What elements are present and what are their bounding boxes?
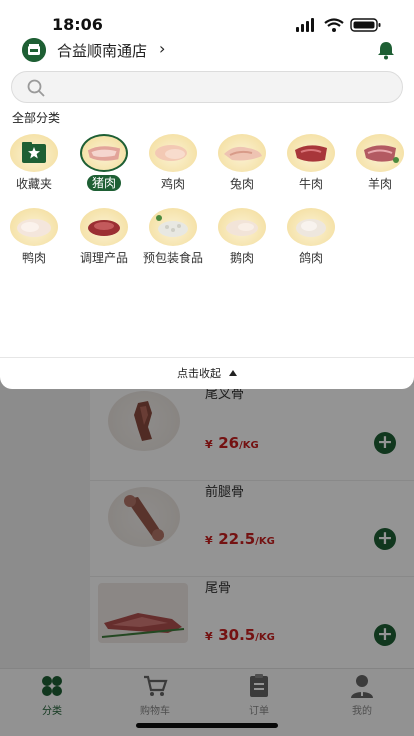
category-label: 猪肉 bbox=[86, 175, 121, 191]
bell-icon[interactable] bbox=[376, 40, 396, 60]
goose-icon bbox=[218, 208, 266, 246]
mutton-icon bbox=[356, 134, 404, 172]
chevron-right-icon: › bbox=[159, 39, 166, 58]
category-label: 鸡肉 bbox=[160, 177, 185, 191]
search-icon bbox=[27, 79, 45, 97]
prepared-products-icon bbox=[80, 208, 128, 246]
category-duck[interactable]: 鸭肉 bbox=[1, 208, 67, 265]
status-icons bbox=[296, 18, 381, 32]
category-label: 鸭肉 bbox=[21, 251, 46, 265]
category-rabbit[interactable]: 兔肉 bbox=[209, 134, 275, 191]
divider bbox=[0, 357, 414, 358]
category-label: 牛肉 bbox=[298, 177, 323, 191]
category-packaged-food[interactable]: 预包装食品 bbox=[140, 208, 206, 265]
category-beef[interactable]: 牛肉 bbox=[278, 134, 344, 191]
packaged-food-icon bbox=[149, 208, 197, 246]
category-section-title: 全部分类 bbox=[12, 111, 61, 125]
search-bar[interactable] bbox=[11, 71, 403, 103]
category-favorites[interactable]: 收藏夹 bbox=[1, 134, 67, 191]
pigeon-icon bbox=[287, 208, 335, 246]
category-label: 预包装食品 bbox=[142, 251, 203, 265]
category-label: 调理产品 bbox=[79, 251, 128, 265]
category-pork[interactable]: 猪肉 bbox=[71, 134, 137, 191]
status-bar: 18:06 bbox=[0, 0, 414, 40]
category-chicken[interactable]: 鸡肉 bbox=[140, 134, 206, 191]
store-icon bbox=[22, 38, 46, 62]
chicken-icon bbox=[149, 134, 197, 172]
category-label: 鸽肉 bbox=[298, 251, 323, 265]
category-label: 羊肉 bbox=[367, 177, 392, 191]
store-name: 合益顺南通店 bbox=[57, 42, 148, 60]
duck-icon bbox=[10, 208, 58, 246]
beef-icon bbox=[287, 134, 335, 172]
pork-icon bbox=[80, 134, 128, 172]
collapse-label: 点击收起 bbox=[177, 367, 221, 380]
category-panel: 18:06 合益顺南通店 › 全部分类 收藏夹 猪肉 鸡肉 兔肉 牛肉 羊肉 鸭… bbox=[0, 0, 414, 389]
favorites-folder-icon bbox=[10, 134, 58, 172]
triangle-up-icon bbox=[229, 370, 237, 376]
search-input[interactable] bbox=[56, 77, 386, 97]
status-time: 18:06 bbox=[52, 15, 103, 34]
category-label: 鹅肉 bbox=[229, 251, 254, 265]
category-mutton[interactable]: 羊肉 bbox=[347, 134, 413, 191]
category-label: 兔肉 bbox=[229, 177, 254, 191]
rabbit-icon bbox=[218, 134, 266, 172]
category-pigeon[interactable]: 鸽肉 bbox=[278, 208, 344, 265]
category-prepared[interactable]: 调理产品 bbox=[71, 208, 137, 265]
collapse-button[interactable]: 点击收起 bbox=[150, 365, 264, 383]
category-label: 收藏夹 bbox=[15, 177, 52, 191]
category-goose[interactable]: 鹅肉 bbox=[209, 208, 275, 265]
